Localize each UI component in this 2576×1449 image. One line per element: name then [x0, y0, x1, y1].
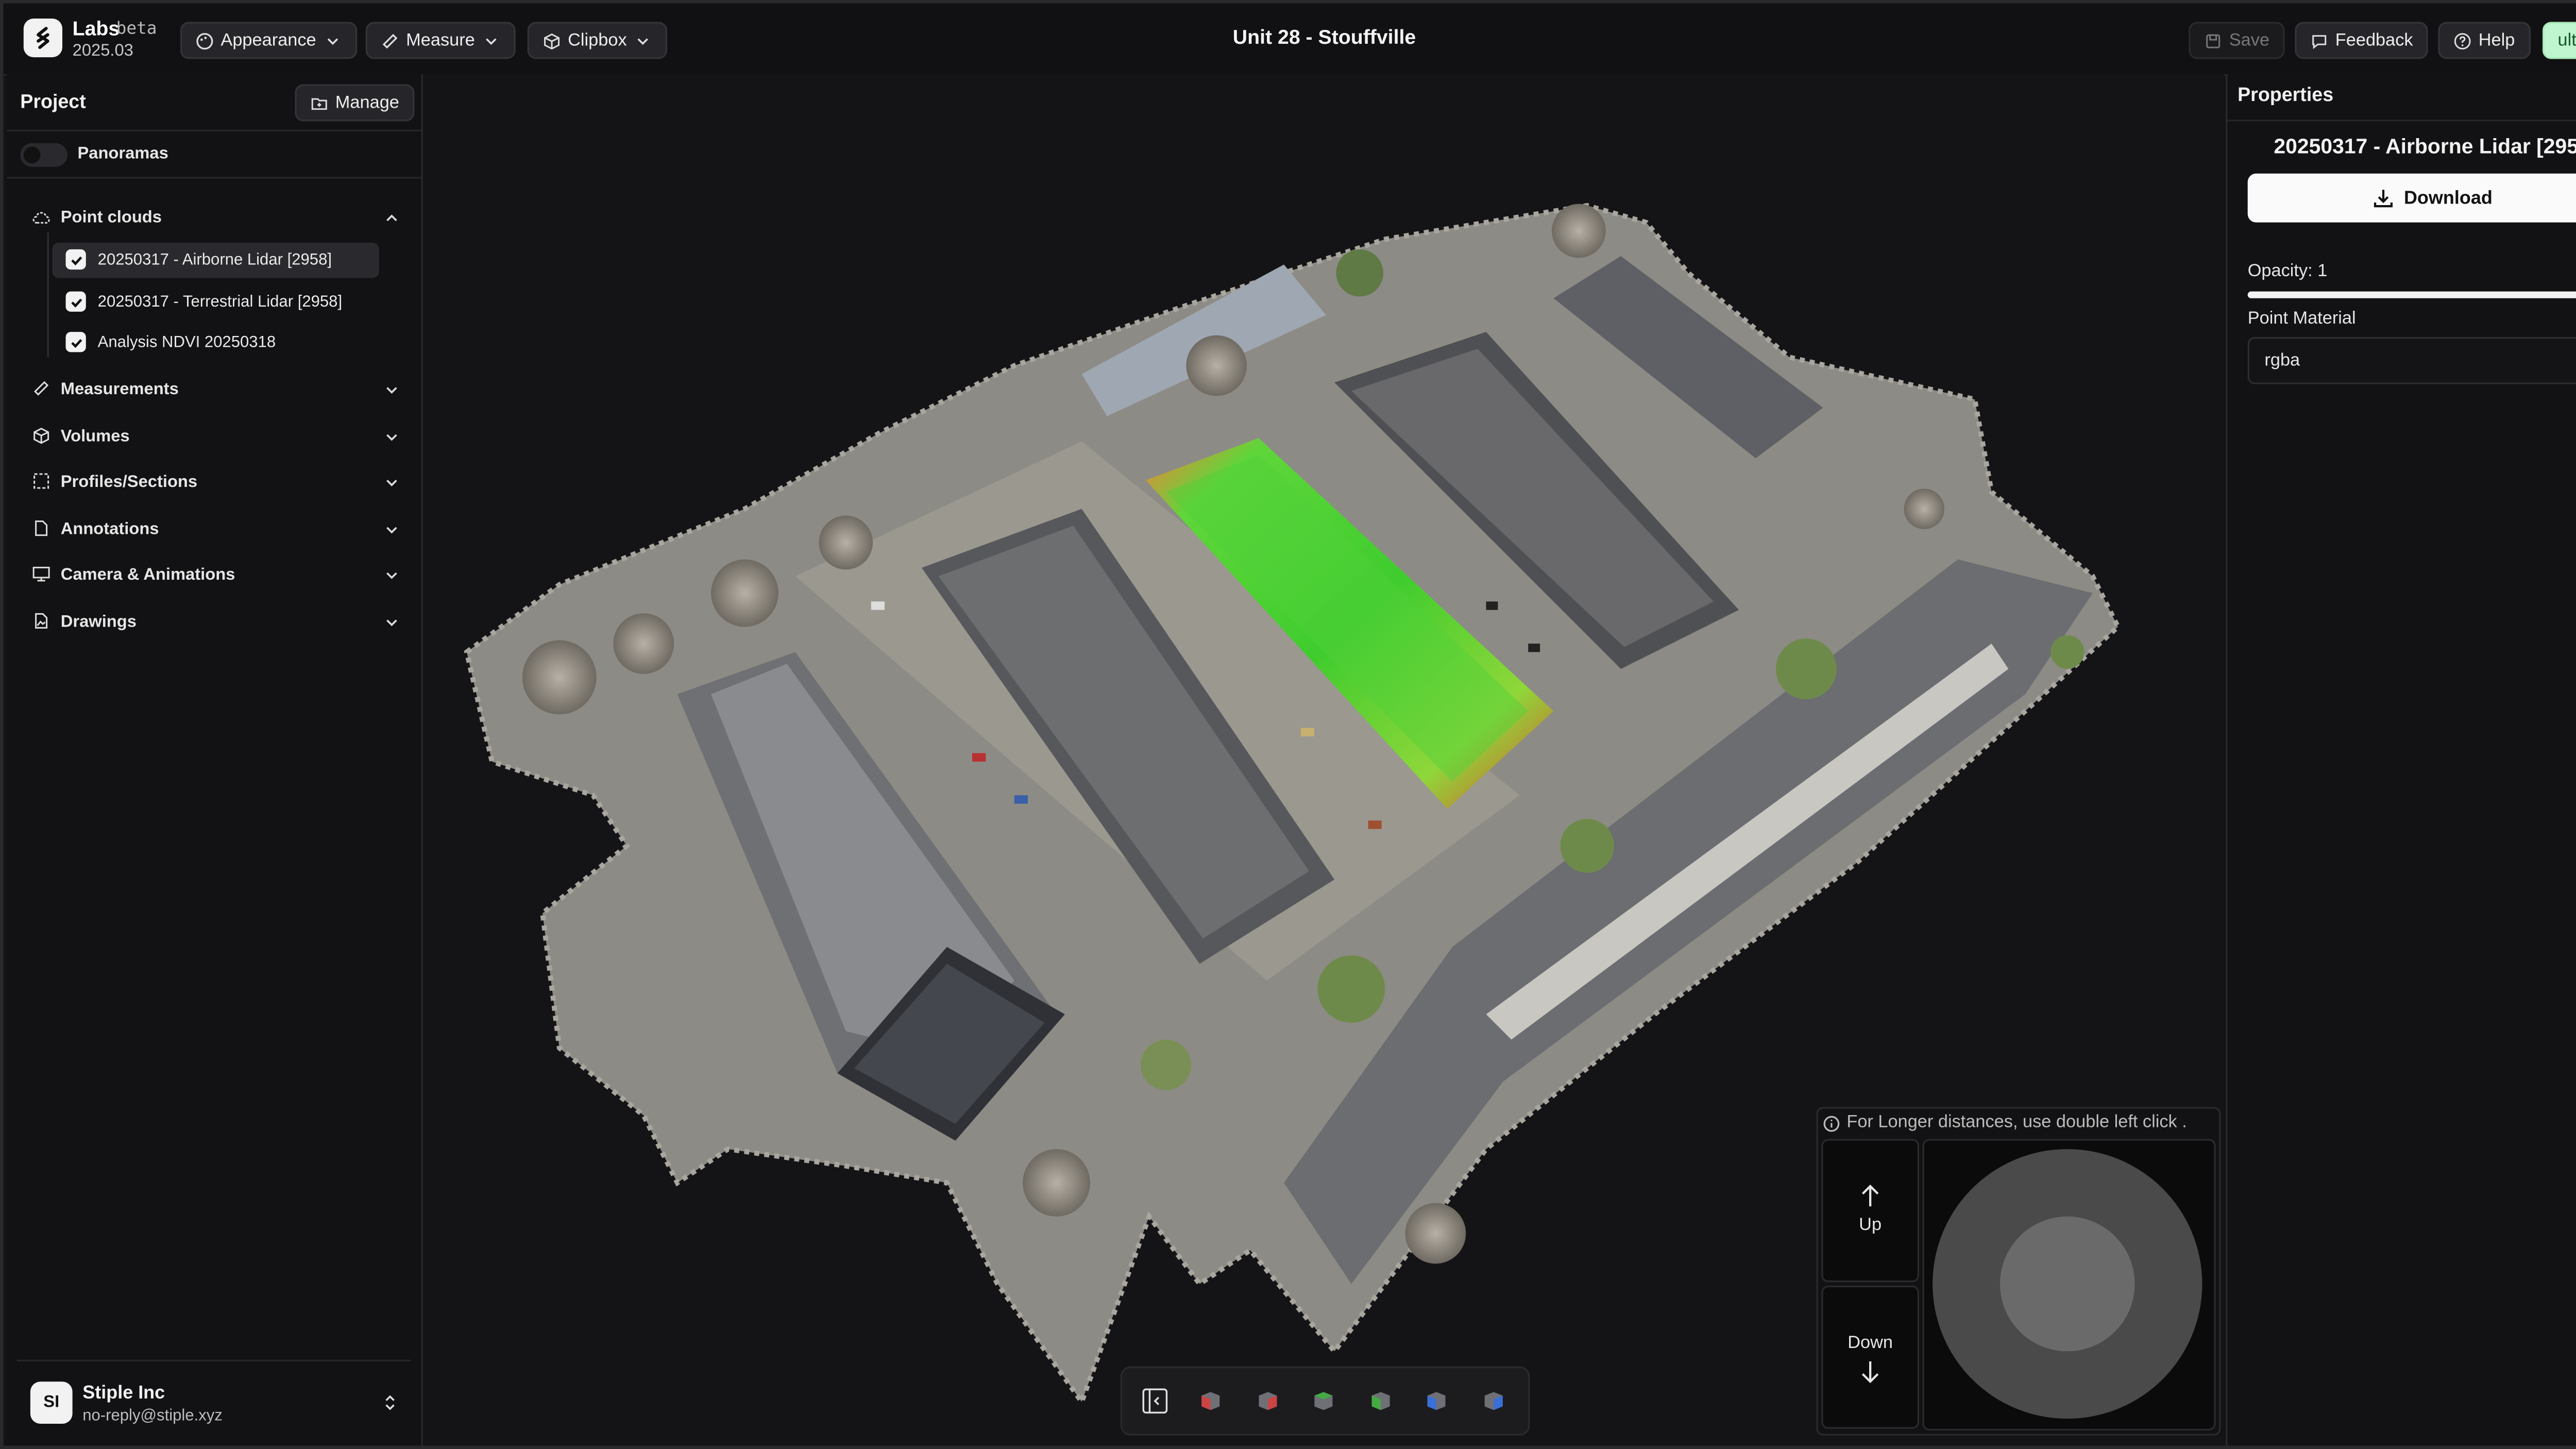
info-icon [1823, 1116, 1840, 1132]
section-label: Measurements [60, 380, 179, 399]
navigation-hint: For Longer distances, use double left cl… [1846, 1112, 2187, 1133]
section-drawings[interactable]: Drawings [20, 608, 404, 637]
download-button[interactable]: Download [2247, 173, 2576, 223]
section-label: Drawings [60, 613, 137, 632]
manage-label: Manage [335, 92, 399, 113]
up-label: Up [1859, 1215, 1882, 1235]
section-measurements[interactable]: Measurements [20, 376, 404, 405]
navigation-control: For Longer distances, use double left cl… [1816, 1107, 2221, 1436]
section-annotations[interactable]: Annotations [20, 516, 404, 545]
plan-label: ultra [2557, 30, 2576, 51]
view-cube-right-icon[interactable] [1255, 1388, 1280, 1413]
view-toolbar [1120, 1366, 1530, 1436]
organization-switcher[interactable]: SI Stiple Inc no-reply@stiple.xyz [17, 1372, 411, 1439]
arrow-down-icon [1861, 1361, 1879, 1384]
monitor-icon [32, 566, 50, 582]
panoramas-label: Panoramas [77, 145, 168, 164]
checkbox-checked[interactable] [65, 332, 86, 352]
chevron-down-icon [386, 619, 397, 627]
view-cube-front-icon[interactable] [1198, 1388, 1223, 1413]
chevron-down-icon [386, 527, 397, 534]
org-avatar: SI [30, 1381, 73, 1424]
cube-icon [33, 428, 49, 444]
save-icon [2206, 33, 2221, 47]
sidebar-title: Project [20, 92, 86, 113]
image-file-icon [35, 613, 48, 629]
help-button[interactable]: Help [2438, 22, 2530, 59]
view-cube-left-icon[interactable] [1368, 1388, 1394, 1413]
feedback-label: Feedback [2335, 30, 2413, 51]
panoramas-toggle[interactable] [20, 143, 67, 167]
section-label: Annotations [60, 520, 159, 540]
message-icon [2312, 34, 2327, 48]
point-cloud-item[interactable]: Analysis NDVI 20250318 [52, 325, 379, 361]
section-label: Camera & Animations [60, 566, 235, 585]
divider [16, 1359, 411, 1361]
point-clouds-section-header[interactable]: Point clouds [20, 206, 404, 232]
point-cloud-label: Analysis NDVI 20250318 [97, 333, 276, 352]
point-material-select[interactable]: rgba [2247, 336, 2576, 384]
file-icon [35, 520, 48, 536]
opacity-label: Opacity: 1 [2247, 261, 2328, 282]
point-cloud-label: 20250317 - Terrestrial Lidar [2958] [97, 293, 343, 312]
download-label: Download [2403, 188, 2493, 208]
point-material-value: rgba [2264, 350, 2300, 371]
org-name: Stiple Inc [82, 1383, 165, 1404]
section-camera-animations[interactable]: Camera & Animations [20, 561, 404, 590]
chevrons-up-down-icon [385, 1395, 395, 1410]
panel-collapse-icon[interactable] [1141, 1387, 1170, 1416]
help-label: Help [2478, 30, 2515, 51]
ruler-icon [34, 381, 49, 396]
chevron-down-icon [386, 572, 397, 579]
project-sidebar: Project Manage Panoramas Point clouds 20… [7, 74, 423, 1446]
manage-button[interactable]: Manage [295, 84, 415, 122]
move-up-button[interactable]: Up [1821, 1139, 1919, 1283]
down-label: Down [1848, 1333, 1893, 1353]
point-cloud-label: 20250317 - Airborne Lidar [2958] [97, 251, 332, 270]
top-bar: Labs beta 2025.03 Appearance Measure Cli… [3, 3, 2576, 76]
app-window: Labs beta 2025.03 Appearance Measure Cli… [0, 0, 2576, 1449]
chevron-down-icon [386, 434, 397, 441]
chevron-down-icon [386, 480, 397, 486]
divider [2227, 120, 2576, 122]
divider [7, 129, 421, 132]
joystick-knob[interactable] [1999, 1216, 2135, 1352]
checkbox-checked[interactable] [65, 249, 86, 270]
point-material-label: Point Material [2247, 308, 2356, 329]
selected-item-title: 20250317 - Airborne Lidar [2958] [2274, 134, 2576, 159]
section-label: Volumes [60, 428, 130, 447]
opacity-slider-track[interactable] [2247, 291, 2576, 298]
folder-plus-icon [311, 97, 327, 109]
point-cloud-viewport[interactable]: For Longer distances, use double left cl… [422, 74, 2224, 1446]
view-cube-top-icon[interactable] [1311, 1388, 1336, 1413]
dashed-square-icon [33, 473, 49, 489]
save-button[interactable]: Save [2189, 22, 2285, 59]
section-label: Profiles/Sections [60, 473, 198, 492]
opacity-slider-fill [2247, 291, 2576, 298]
section-volumes[interactable]: Volumes [20, 423, 404, 452]
download-icon [2373, 190, 2393, 208]
chevron-down-icon [386, 387, 397, 394]
view-cube-bottom-icon[interactable] [1481, 1388, 1506, 1413]
checkbox-checked[interactable] [65, 291, 86, 312]
divider [7, 177, 421, 179]
save-label: Save [2229, 30, 2270, 51]
point-cloud-item[interactable]: 20250317 - Airborne Lidar [2958] [52, 242, 379, 278]
feedback-button[interactable]: Feedback [2295, 22, 2429, 59]
point-cloud-item[interactable]: 20250317 - Terrestrial Lidar [2958] [52, 285, 379, 321]
point-clouds-label: Point clouds [60, 209, 162, 228]
org-email: no-reply@stiple.xyz [82, 1407, 223, 1426]
arrow-up-icon [1861, 1184, 1879, 1207]
plan-menu-button[interactable]: ultra [2543, 22, 2576, 59]
chevron-up-icon [386, 214, 397, 222]
move-down-button[interactable]: Down [1821, 1285, 1919, 1429]
section-profiles-sections[interactable]: Profiles/Sections [20, 468, 404, 497]
properties-title: Properties [2238, 86, 2334, 106]
tree-guide [47, 232, 49, 358]
view-cube-back-icon[interactable] [1423, 1388, 1449, 1413]
joystick-area[interactable] [1922, 1139, 2216, 1431]
cloud-icon [32, 212, 50, 224]
properties-panel: Properties 20250317 - Airborne Lidar [29… [2226, 74, 2576, 1446]
help-icon [2454, 32, 2471, 49]
